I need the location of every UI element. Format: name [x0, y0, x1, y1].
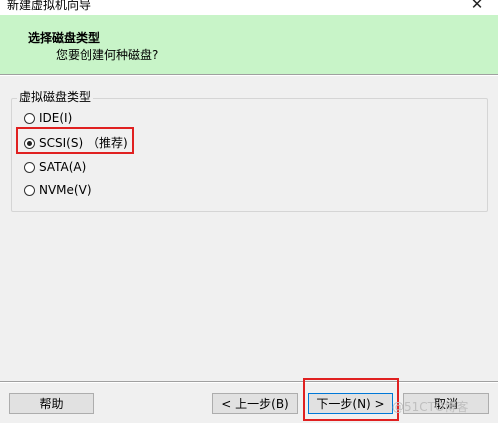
wizard-window: 新建虚拟机向导 ✕ 选择磁盘类型 您要创建何种磁盘? 虚拟磁盘类型 IDE(I)… [0, 0, 498, 423]
radio-ide[interactable]: IDE(I) [24, 109, 72, 127]
disk-type-group-label: 虚拟磁盘类型 [17, 89, 94, 105]
scsi-highlight-box [16, 127, 134, 154]
radio-sata[interactable]: SATA(A) [24, 158, 86, 176]
radio-sata-label[interactable]: SATA(A) [39, 158, 86, 176]
wizard-header: 选择磁盘类型 您要创建何种磁盘? [0, 15, 498, 74]
window-title: 新建虚拟机向导 [7, 0, 92, 12]
footer-divider-highlight [0, 382, 498, 383]
back-button[interactable]: < 上一步(B) [212, 393, 298, 414]
page-subtitle: 您要创建何种磁盘? [56, 48, 159, 62]
radio-nvme[interactable]: NVMe(V) [24, 181, 92, 199]
radio-nvme-label[interactable]: NVMe(V) [39, 181, 92, 199]
title-bar: 新建虚拟机向导 ✕ [0, 0, 498, 16]
page-title: 选择磁盘类型 [28, 31, 101, 45]
radio-sata-indicator[interactable] [24, 161, 35, 173]
watermark: @51CTO博客 [392, 400, 469, 414]
radio-nvme-indicator[interactable] [24, 184, 35, 196]
header-divider-highlight [0, 75, 498, 76]
help-button[interactable]: 帮助 [9, 393, 94, 414]
next-highlight-box [303, 378, 399, 421]
radio-ide-indicator[interactable] [24, 112, 35, 124]
radio-ide-label[interactable]: IDE(I) [39, 109, 72, 127]
close-icon[interactable]: ✕ [462, 0, 492, 14]
